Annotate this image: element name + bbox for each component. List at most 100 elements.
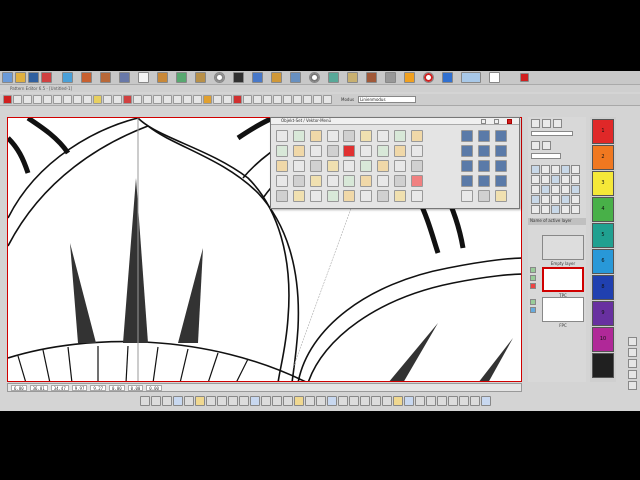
color-swatch[interactable]: 6 xyxy=(592,249,614,274)
palette-title-bar[interactable]: Objekt-Set / Vektor-Menü xyxy=(271,118,519,125)
bottom-tool-24[interactable] xyxy=(404,396,414,406)
pattern-thumb-14[interactable] xyxy=(366,72,377,83)
palette-tool-8[interactable] xyxy=(411,130,423,142)
palette-tool-27[interactable] xyxy=(327,160,339,172)
bottom-tool-16[interactable] xyxy=(316,396,326,406)
side-grid-tool-0[interactable] xyxy=(531,165,540,174)
bottom-tool-5[interactable] xyxy=(195,396,205,406)
side-grid-tool-20[interactable] xyxy=(531,205,540,214)
bottom-tool-31[interactable] xyxy=(481,396,491,406)
tool-29[interactable] xyxy=(293,95,302,104)
palette-tool-38[interactable] xyxy=(310,175,322,187)
palette-tool-21[interactable] xyxy=(461,145,473,157)
side-grid-tool-19[interactable] xyxy=(571,195,580,204)
bottom-tool-0[interactable] xyxy=(140,396,150,406)
lock-icon-2[interactable] xyxy=(530,307,536,313)
color-swatch[interactable]: 10 xyxy=(592,327,614,352)
tool-1[interactable] xyxy=(13,95,22,104)
bottom-tool-29[interactable] xyxy=(459,396,469,406)
red-square-icon[interactable] xyxy=(3,95,12,104)
maximize-icon[interactable] xyxy=(494,119,499,124)
bottom-tool-25[interactable] xyxy=(415,396,425,406)
x-field[interactable]: 6.80 xyxy=(11,384,27,391)
side-grid-tool-6[interactable] xyxy=(541,175,550,184)
tool-13[interactable] xyxy=(133,95,142,104)
pattern-thumb-6[interactable] xyxy=(176,72,187,83)
palette-tool-59[interactable] xyxy=(495,190,507,202)
side-tool-2[interactable] xyxy=(542,119,551,128)
palette-tool-2[interactable] xyxy=(310,130,322,142)
color-swatch[interactable]: 3 xyxy=(592,171,614,196)
layer-thumb-tpc[interactable] xyxy=(542,267,584,292)
side-grid-tool-18[interactable] xyxy=(561,195,570,204)
bottom-tool-30[interactable] xyxy=(470,396,480,406)
tool-3[interactable] xyxy=(33,95,42,104)
palette-tool-52[interactable] xyxy=(343,190,355,202)
palette-tool-28[interactable] xyxy=(343,160,355,172)
bottom-tool-14[interactable] xyxy=(294,396,304,406)
palette-tool-0[interactable] xyxy=(276,130,288,142)
pattern-thumb-12[interactable] xyxy=(328,72,339,83)
tool-16[interactable] xyxy=(163,95,172,104)
bottom-tool-23[interactable] xyxy=(393,396,403,406)
visibility-icon-2[interactable] xyxy=(530,299,536,305)
save-icon[interactable] xyxy=(28,72,39,83)
side-grid-tool-7[interactable] xyxy=(551,175,560,184)
palette-tool-5[interactable] xyxy=(360,130,372,142)
palette-tool-14[interactable] xyxy=(310,145,322,157)
palette-tool-24[interactable] xyxy=(276,160,288,172)
palette-tool-39[interactable] xyxy=(327,175,339,187)
palette-tool-7[interactable] xyxy=(394,130,406,142)
palette-tool-42[interactable] xyxy=(377,175,389,187)
pattern-thumb-4[interactable] xyxy=(119,72,130,83)
side-grid-tool-4[interactable] xyxy=(571,165,580,174)
palette-tool-33[interactable] xyxy=(461,160,473,172)
bottom-tool-19[interactable] xyxy=(349,396,359,406)
palette-tool-32[interactable] xyxy=(411,160,423,172)
color-swatch[interactable]: 2 xyxy=(592,145,614,170)
palette-tool-22[interactable] xyxy=(478,145,490,157)
right-tool-2[interactable] xyxy=(628,348,637,357)
tool-31[interactable] xyxy=(313,95,322,104)
tool-24[interactable] xyxy=(243,95,252,104)
circle-icon[interactable] xyxy=(423,72,434,83)
side-tool-4[interactable] xyxy=(531,141,540,150)
right-tool-1[interactable] xyxy=(628,337,637,346)
side-grid-tool-17[interactable] xyxy=(551,195,560,204)
fire-icon[interactable] xyxy=(404,72,415,83)
tool-17[interactable] xyxy=(173,95,182,104)
bottom-tool-7[interactable] xyxy=(217,396,227,406)
pattern-thumb-8[interactable] xyxy=(233,72,244,83)
object-palette-window[interactable]: Objekt-Set / Vektor-Menü xyxy=(270,117,520,209)
bottom-tool-9[interactable] xyxy=(239,396,249,406)
palette-tool-12[interactable] xyxy=(276,145,288,157)
palette-tool-3[interactable] xyxy=(327,130,339,142)
palette-tool-10[interactable] xyxy=(478,130,490,142)
palette-tool-4[interactable] xyxy=(343,130,355,142)
palette-tool-34[interactable] xyxy=(478,160,490,172)
palette-tool-31[interactable] xyxy=(394,160,406,172)
tool-23[interactable] xyxy=(233,95,242,104)
bottom-tool-21[interactable] xyxy=(371,396,381,406)
pattern-thumb-9[interactable] xyxy=(252,72,263,83)
mode-field[interactable]: Linienmodus xyxy=(358,96,417,103)
bottom-tool-2[interactable] xyxy=(162,396,172,406)
bottom-tool-18[interactable] xyxy=(338,396,348,406)
palette-tool-37[interactable] xyxy=(293,175,305,187)
tool-10[interactable] xyxy=(103,95,112,104)
tool-2[interactable] xyxy=(23,95,32,104)
tool-8[interactable] xyxy=(83,95,92,104)
c-field[interactable]: 0.00 xyxy=(127,384,144,391)
palette-tool-41[interactable] xyxy=(360,175,372,187)
bottom-tool-3[interactable] xyxy=(173,396,183,406)
tool-11[interactable] xyxy=(113,95,122,104)
close-icon[interactable] xyxy=(507,119,512,124)
blank-thumb[interactable] xyxy=(138,72,149,83)
tool-5[interactable] xyxy=(53,95,62,104)
palette-tool-9[interactable] xyxy=(461,130,473,142)
tool-30[interactable] xyxy=(303,95,312,104)
layer-thumb-fpc[interactable] xyxy=(542,297,584,322)
palette-tool-35[interactable] xyxy=(495,160,507,172)
side-grid-tool-22[interactable] xyxy=(551,205,560,214)
palette-tool-23[interactable] xyxy=(495,145,507,157)
